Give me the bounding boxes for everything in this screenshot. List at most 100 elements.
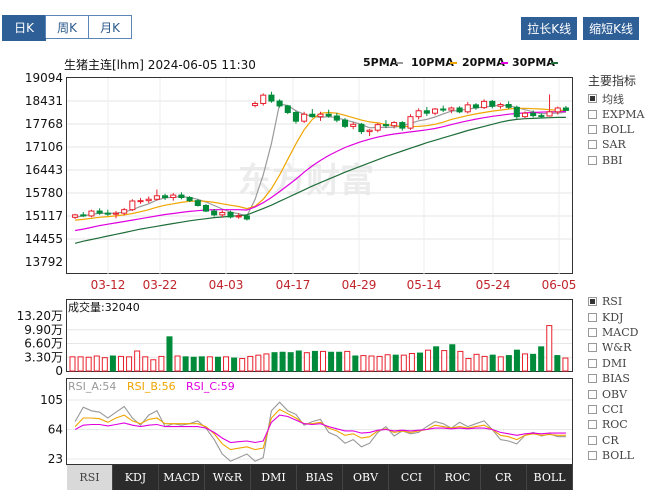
candle-body [448,107,455,111]
candle-body [186,197,193,202]
volume-bar [392,354,399,372]
candle-body [145,198,152,202]
y-tick-label: 3.30万 [24,350,63,364]
candle-body [513,106,520,118]
indicator-label: ROC [602,418,628,432]
volume-bar [69,356,76,372]
candle-body [202,205,210,212]
volume-bar [255,354,262,372]
y-tick-label: 6.60万 [24,337,63,351]
checkbox[interactable] [588,94,597,104]
indicator-option-bias[interactable]: BIAS [588,371,638,386]
indicator-option-macd[interactable]: MACD [588,325,638,340]
indicator-option-expma[interactable]: EXPMA [588,106,644,121]
candle-body [170,194,177,199]
checkbox[interactable] [588,451,597,461]
candle-body [284,105,291,113]
checkbox[interactable] [588,327,597,337]
indicator-tab-dmi[interactable]: DMI [251,465,297,490]
indicator-option-cci[interactable]: CCI [588,402,638,417]
indicator-tab-cci[interactable]: CCI [389,465,435,490]
y-tick-label: 17106 [25,140,63,154]
indicator-option-cr[interactable]: CR [588,433,638,448]
indicator-option-sar[interactable]: SAR [588,137,644,152]
indicator-option-obv[interactable]: OBV [588,386,638,401]
indicator-tab-obv[interactable]: OBV [343,465,389,490]
candle-body [252,102,259,107]
indicator-tabs: RSI KDJ MACD W&R DMI BIAS OBV CCI ROC CR BOLL [67,465,573,490]
checkbox[interactable] [588,312,597,322]
indicator-option-dmi[interactable]: DMI [588,356,638,371]
checkbox[interactable] [588,389,597,399]
volume-bar [562,357,569,372]
checkbox[interactable] [588,124,597,134]
indicator-tab-w-r[interactable]: W&R [205,465,251,490]
indicator-tab-roc[interactable]: ROC [435,465,481,490]
indicator-label: DMI [602,356,627,370]
volume-bar [279,351,286,372]
candle-body [325,113,332,117]
candle-body [456,107,463,113]
indicator-option-w-r[interactable]: W&R [588,340,638,355]
indicator-tab-cr[interactable]: CR [481,465,527,490]
indicator-tab-macd[interactable]: MACD [159,465,205,490]
volume-bar [223,356,230,372]
indicator-tab-rsi[interactable]: RSI [67,465,113,490]
candle-body [153,195,160,200]
indicator-label: 均线 [602,92,624,106]
checkbox[interactable] [588,155,597,165]
volume-bar [352,355,359,372]
volume-title: 成交量:32040 [68,300,140,314]
volume-bar [505,355,512,372]
volume-bar [449,344,456,372]
y-tick-label: 16443 [25,163,63,177]
volume-bar [530,353,537,372]
checkbox[interactable] [588,374,597,384]
volume-bar [328,351,335,372]
checkbox[interactable] [588,109,597,119]
indicator-option-boll[interactable]: BOLL [588,122,644,137]
checkbox[interactable] [588,140,597,150]
volume-bar [465,358,472,372]
volume-bar [295,350,302,372]
indicator-label: BBI [602,153,623,167]
checkbox[interactable] [588,358,597,368]
volume-bar [158,355,165,372]
candle-body [194,200,201,207]
candle-body [129,200,136,211]
candle-body [333,115,340,121]
indicator-option-bbi[interactable]: BBI [588,153,644,168]
indicator-tab-kdj[interactable]: KDJ [113,465,159,490]
volume-bar [522,353,529,372]
rsi-legend-rsi-b: RSI_B:56 [127,380,176,393]
watermark: 东方财富 [238,161,374,201]
checkbox[interactable] [588,404,597,414]
volume-bar [142,356,149,372]
checkbox[interactable] [588,435,597,445]
indicator-option-kdj[interactable]: KDJ [588,309,638,324]
candle-body [268,94,275,102]
volume-bar [538,346,545,372]
main-indicators-title: 主要指标 [588,74,637,88]
checkbox[interactable] [588,297,597,307]
checkbox[interactable] [588,420,597,430]
checkbox[interactable] [588,343,597,353]
candle-body [211,210,218,216]
volume-bar [166,336,173,372]
indicator-option-rsi[interactable]: RSI [588,294,638,309]
y-tick-label: 17768 [25,117,63,131]
candle-body [358,123,365,133]
indicator-label: EXPMA [602,107,645,121]
indicator-option-boll[interactable]: BOLL [588,448,638,463]
candle-body [243,215,250,220]
indicator-option-roc[interactable]: ROC [588,417,638,432]
indicator-tab-bias[interactable]: BIAS [297,465,343,490]
volume-bar [77,356,84,372]
candle-body [481,100,488,109]
candle-body [137,200,144,203]
volume-bar [320,350,327,372]
indicator-option-ma[interactable]: 均线 [588,91,644,106]
indicator-tab-boll[interactable]: BOLL [527,465,573,490]
candle-body [562,107,569,111]
candle-body [464,104,471,113]
